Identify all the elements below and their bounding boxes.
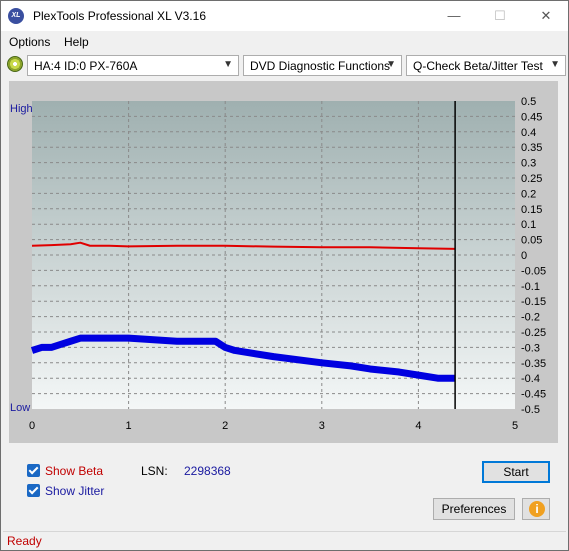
minimize-button[interactable]: —: [444, 7, 464, 25]
y-tick-label: -0.45: [521, 389, 546, 401]
chevron-down-icon: ▼: [386, 59, 396, 70]
x-tick-label: 1: [126, 420, 132, 432]
lsn-value: 2298368: [184, 464, 231, 478]
function-select-value: DVD Diagnostic Functions: [250, 59, 391, 73]
y-tick-label: 0.4: [521, 127, 536, 139]
x-tick-label: 5: [512, 420, 518, 432]
chart-panel: 0 1 2 3 4 5 0.5 0.45 0.4 0.35 0.3 0.25 0.2 0.15 0.1 0.…: [9, 81, 558, 443]
lsn-label: LSN:: [141, 464, 168, 478]
test-select[interactable]: Q-Check Beta/Jitter Test ▼: [406, 55, 566, 76]
maximize-button[interactable]: ☐: [490, 7, 510, 25]
y-tick-label: 0.1: [521, 219, 536, 231]
y-low-label: Low: [10, 402, 30, 414]
y-tick-label: -0.4: [521, 373, 540, 385]
y-tick-label: 0.5: [521, 96, 536, 108]
window-title: PlexTools Professional XL V3.16: [33, 9, 206, 23]
x-tick-label: 0: [29, 420, 35, 432]
drive-select-value: HA:4 ID:0 PX-760A: [34, 59, 138, 73]
x-tick-label: 3: [319, 420, 325, 432]
y-tick-label: 0: [521, 250, 527, 262]
menu-options[interactable]: Options: [9, 35, 50, 49]
close-button[interactable]: ✕: [536, 7, 556, 25]
info-icon: i: [529, 501, 545, 517]
chevron-down-icon: ▼: [223, 59, 233, 70]
y-high-label: High: [10, 103, 33, 115]
y-tick-label: 0.45: [521, 111, 542, 123]
preferences-button[interactable]: Preferences: [433, 498, 515, 520]
show-jitter-label[interactable]: Show Jitter: [45, 484, 104, 498]
function-select[interactable]: DVD Diagnostic Functions ▼: [243, 55, 402, 76]
status-bar: Ready: [3, 531, 566, 550]
y-tick-label: 0.2: [521, 188, 536, 200]
x-tick-label: 2: [222, 420, 228, 432]
controls-panel: Show Beta Show Jitter LSN: 2298368 Start…: [9, 453, 558, 525]
y-tick-label: -0.3: [521, 342, 540, 354]
y-tick-label: -0.35: [521, 358, 546, 370]
show-beta-checkbox[interactable]: [27, 464, 40, 477]
y-tick-label: -0.25: [521, 327, 546, 339]
start-button[interactable]: Start: [482, 461, 550, 483]
app-window: XL PlexTools Professional XL V3.16 — ☐ ✕…: [0, 0, 569, 551]
toolbar: HA:4 ID:0 PX-760A ▼ DVD Diagnostic Funct…: [1, 53, 568, 79]
y-tick-label: -0.15: [521, 296, 546, 308]
y-tick-label: -0.2: [521, 312, 540, 324]
y-tick-label: 0.3: [521, 158, 536, 170]
drive-select[interactable]: HA:4 ID:0 PX-760A ▼: [27, 55, 239, 76]
disc-drive-icon: [7, 56, 23, 72]
show-jitter-checkbox[interactable]: [27, 484, 40, 497]
status-text: Ready: [7, 534, 42, 548]
y-tick-label: 0.35: [521, 142, 542, 154]
y-tick-label: -0.05: [521, 265, 546, 277]
x-tick-label: 4: [415, 420, 421, 432]
title-bar: XL PlexTools Professional XL V3.16 — ☐ ✕: [1, 1, 568, 31]
show-beta-label[interactable]: Show Beta: [45, 464, 103, 478]
menu-bar: Options Help: [1, 31, 568, 53]
chevron-down-icon: ▼: [550, 59, 560, 70]
app-logo-icon: XL: [8, 8, 24, 24]
test-select-value: Q-Check Beta/Jitter Test: [413, 59, 543, 73]
beta-jitter-chart: 0 1 2 3 4 5 0.5 0.45 0.4 0.35 0.3 0.25 0.2 0.15 0.1 0.…: [10, 96, 546, 432]
menu-help[interactable]: Help: [64, 35, 89, 49]
y-tick-label: 0.15: [521, 204, 542, 216]
info-button[interactable]: i: [522, 498, 550, 520]
y-tick-label: 0.25: [521, 173, 542, 185]
y-tick-label: -0.1: [521, 281, 540, 293]
y-tick-label: -0.5: [521, 404, 540, 416]
y-tick-label: 0.05: [521, 235, 542, 247]
